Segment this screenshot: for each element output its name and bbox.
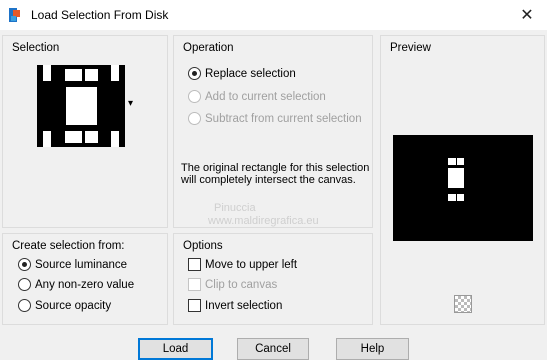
watermark-line2: www.maldiregrafica.eu <box>208 215 319 227</box>
checkbox-label: Move to upper left <box>205 258 298 271</box>
options-panel-title: Options <box>183 240 223 252</box>
operation-panel-title: Operation <box>183 42 234 54</box>
radio-label: Replace selection <box>205 67 296 80</box>
window-title: Load Selection From Disk <box>31 8 169 22</box>
close-icon: ✕ <box>520 7 534 24</box>
checkbox-move-to-upper-left[interactable]: Move to upper left <box>188 258 297 271</box>
title-bar: Load Selection From Disk ✕ <box>0 0 547 30</box>
checkbox[interactable] <box>188 258 201 271</box>
radio-button[interactable] <box>188 67 201 80</box>
checkbox-label: Clip to canvas <box>205 278 278 291</box>
radio-label: Add to current selection <box>205 90 326 103</box>
watermark-line1: Pinuccia <box>214 202 256 214</box>
app-icon <box>9 8 20 22</box>
dropdown-arrow-icon[interactable]: ▾ <box>128 98 133 109</box>
create-from-panel-title: Create selection from: <box>12 240 125 252</box>
preview-panel-title: Preview <box>390 42 431 54</box>
radio-button[interactable] <box>18 258 31 271</box>
help-button[interactable]: Help <box>336 338 409 360</box>
radio-label: Source opacity <box>35 299 112 312</box>
checkbox[interactable] <box>188 299 201 312</box>
radio-replace-selection[interactable]: Replace selection <box>188 67 296 80</box>
selection-panel-title: Selection <box>12 42 60 54</box>
radio-any-non-zero[interactable]: Any non-zero value <box>18 278 134 291</box>
radio-add-to-selection[interactable]: Add to current selection <box>188 90 326 103</box>
operation-description: The original rectangle for this selectio… <box>181 162 370 186</box>
operation-panel: Operation <box>173 35 373 228</box>
preview-graphic <box>448 158 464 201</box>
checkbox-label: Invert selection <box>205 299 283 312</box>
navigate-icon[interactable] <box>454 295 472 313</box>
radio-label: Source luminance <box>35 258 128 271</box>
radio-button[interactable] <box>188 90 201 103</box>
checkbox[interactable] <box>188 278 201 291</box>
radio-button[interactable] <box>18 278 31 291</box>
radio-source-luminance[interactable]: Source luminance <box>18 258 127 271</box>
load-button[interactable]: Load <box>138 338 213 360</box>
radio-label: Subtract from current selection <box>205 112 362 125</box>
radio-button[interactable] <box>188 112 201 125</box>
cancel-button[interactable]: Cancel <box>237 338 309 360</box>
radio-label: Any non-zero value <box>35 278 135 291</box>
close-button[interactable]: ✕ <box>507 0 547 30</box>
radio-button[interactable] <box>18 299 31 312</box>
checkbox-invert-selection[interactable]: Invert selection <box>188 299 282 312</box>
checkbox-clip-to-canvas[interactable]: Clip to canvas <box>188 278 277 291</box>
selection-panel: Selection ▾ <box>2 35 168 228</box>
preview-image <box>393 135 533 241</box>
radio-source-opacity[interactable]: Source opacity <box>18 299 111 312</box>
selection-thumbnail[interactable] <box>37 65 125 147</box>
radio-subtract-from-selection[interactable]: Subtract from current selection <box>188 112 362 125</box>
